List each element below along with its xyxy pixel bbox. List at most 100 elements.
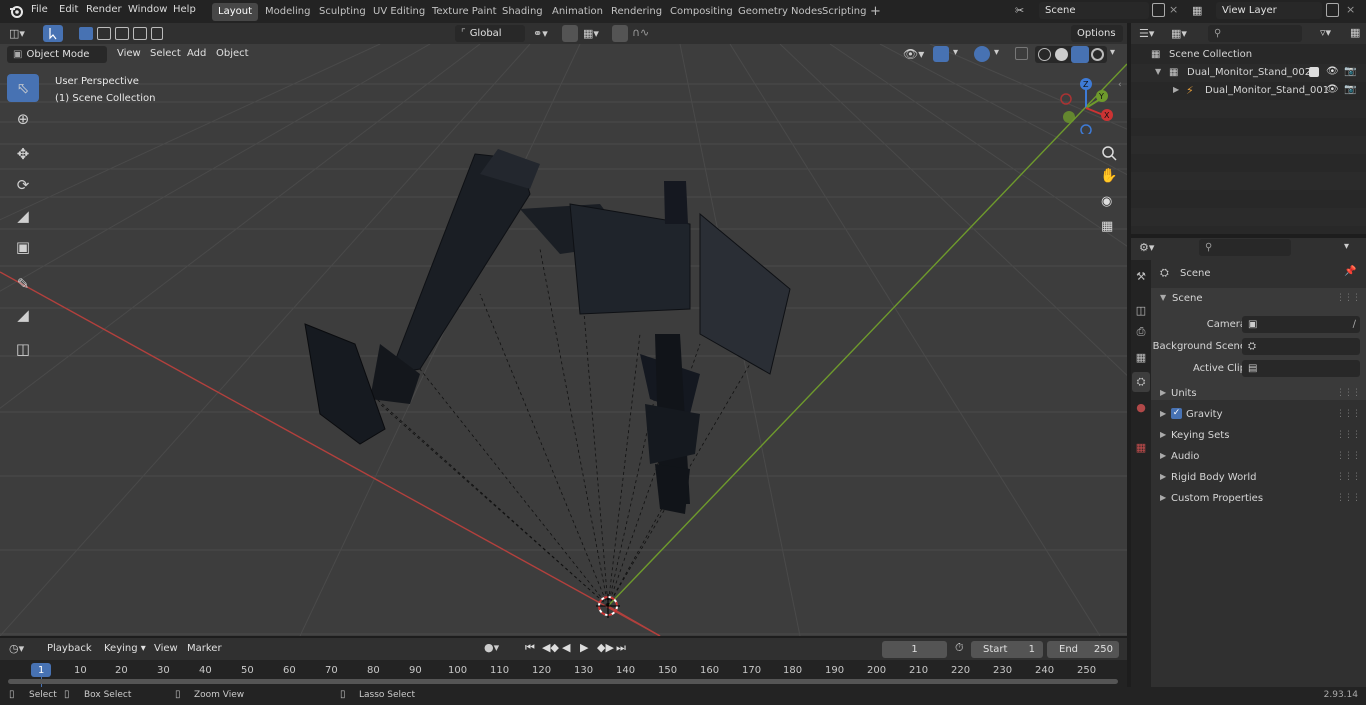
filter-icon[interactable]: ▿▾ <box>1320 26 1331 39</box>
tab-rendering[interactable]: Rendering <box>605 3 668 21</box>
tab-texture-paint[interactable]: Texture Paint <box>426 3 503 21</box>
viewport-menu-object[interactable]: Object <box>216 48 249 59</box>
viewport-menu-view[interactable]: View <box>117 48 141 59</box>
expand-icon[interactable]: ▶ <box>1173 85 1179 94</box>
mode-extend-icon[interactable] <box>97 27 111 40</box>
background-scene-field[interactable]: ⛭ <box>1242 338 1360 355</box>
mode-intersect-icon[interactable] <box>151 27 163 40</box>
outliner-row-collection[interactable]: ▼ ▦ Dual_Monitor_Stand_002 👁 📷 <box>1131 64 1366 82</box>
material-shading-icon[interactable] <box>1071 46 1089 63</box>
rotate-tool[interactable]: ⟳ <box>7 171 39 199</box>
stopwatch-icon[interactable]: ⏱ <box>955 641 964 655</box>
exclude-checkbox[interactable] <box>1309 67 1319 77</box>
xray-toggle-icon[interactable] <box>1015 47 1028 60</box>
camera-view-icon[interactable]: ◉ <box>1101 194 1112 209</box>
tab-layout[interactable]: Layout <box>212 3 258 21</box>
tab-uv-editing[interactable]: UV Editing <box>367 3 431 21</box>
prev-keyframe-icon[interactable]: ◀◆ <box>542 641 559 654</box>
expand-icon[interactable]: ▼ <box>1155 67 1161 76</box>
drag-handle-icon[interactable]: ⋮⋮⋮ <box>1336 388 1361 398</box>
snap-toggle-icon[interactable] <box>562 25 578 42</box>
add-workspace-icon[interactable]: + <box>870 4 881 19</box>
scene-panel-header[interactable]: ▼ Scene ⋮⋮⋮ <box>1151 288 1366 310</box>
annotate-tool[interactable]: ✎ <box>7 270 39 298</box>
visibility-icon[interactable]: 👁▾ <box>903 47 924 61</box>
move-tool[interactable]: ✥ <box>7 140 39 168</box>
pin-icon[interactable]: 📌 <box>1344 266 1356 277</box>
camera-render-icon[interactable]: 📷 <box>1344 84 1356 95</box>
keying-menu[interactable]: Keying ▾ <box>98 640 146 657</box>
view-layer-icon[interactable]: ▦ <box>1192 4 1202 17</box>
end-frame-field[interactable]: End 250 <box>1047 641 1119 658</box>
new-scene-icon[interactable] <box>1152 3 1165 17</box>
eyedropper-icon[interactable]: ∕ <box>1353 316 1356 333</box>
world-tab-icon[interactable]: ● <box>1132 397 1150 417</box>
active-clip-field[interactable]: ▤ <box>1242 360 1360 377</box>
solid-shading-icon[interactable] <box>1055 48 1068 61</box>
shading-mode-group[interactable] <box>1035 46 1107 63</box>
properties-editor-icon[interactable]: ⚙▾ <box>1139 241 1154 254</box>
menu-file[interactable]: File <box>31 4 48 15</box>
drag-handle-icon[interactable]: ⋮⋮⋮ <box>1336 451 1361 461</box>
shading-menu-icon[interactable]: ▾ <box>1110 47 1115 58</box>
custom-properties-panel[interactable]: ▶ Custom Properties ⋮⋮⋮ <box>1151 489 1366 509</box>
menu-edit[interactable]: Edit <box>59 4 78 15</box>
properties-search-input[interactable]: ⚲ <box>1199 239 1291 256</box>
tab-shading[interactable]: Shading <box>496 3 549 21</box>
gizmo-toggle-icon[interactable] <box>933 46 949 62</box>
mode-invert-icon[interactable] <box>133 27 147 40</box>
menu-help[interactable]: Help <box>173 4 196 15</box>
outliner-search-input[interactable]: ⚲ <box>1208 25 1302 42</box>
jump-start-icon[interactable]: ⏮ <box>525 641 535 655</box>
rendered-shading-icon[interactable] <box>1091 48 1104 61</box>
tab-geometry-nodes[interactable]: Geometry Nodes <box>732 3 828 21</box>
start-frame-field[interactable]: Start 1 <box>971 641 1043 658</box>
outliner-row-object[interactable]: ▶ ⚡ Dual_Monitor_Stand_001 👁 📷 <box>1131 82 1366 100</box>
measure-tool[interactable]: ◢ <box>7 301 39 329</box>
transform-orientation-dropdown[interactable]: ⌜ Global <box>455 25 525 42</box>
new-collection-icon[interactable]: ▦ <box>1350 26 1360 39</box>
overlay-toggle-icon[interactable] <box>974 46 990 62</box>
select-tool-indicator[interactable] <box>43 25 63 42</box>
snap-target-icon[interactable]: ▦▾ <box>583 27 599 40</box>
next-keyframe-icon[interactable]: ◆▶ <box>597 641 614 654</box>
tab-animation[interactable]: Animation <box>546 3 609 21</box>
timeline-menu-view[interactable]: View <box>154 643 178 654</box>
eye-icon[interactable]: 👁 <box>1326 66 1339 77</box>
playback-menu[interactable]: Playback ▾ <box>41 640 95 671</box>
drag-handle-icon[interactable]: ⋮⋮⋮ <box>1336 293 1361 303</box>
play-icon[interactable]: ▶ <box>580 641 588 654</box>
scene-tab-icon[interactable]: ⛭ <box>1132 372 1150 392</box>
eye-icon[interactable]: 👁 <box>1326 84 1339 95</box>
add-cube-tool[interactable]: ◫ <box>7 335 39 363</box>
render-tab-icon[interactable]: ◫ <box>1132 300 1150 320</box>
output-tab-icon[interactable]: ⎙ <box>1132 322 1150 342</box>
view-layer-selector[interactable]: View Layer <box>1216 2 1322 19</box>
new-view-layer-icon[interactable] <box>1326 3 1339 17</box>
proportional-edit-icon[interactable] <box>612 25 628 42</box>
scale-tool[interactable]: ◢ <box>7 202 39 230</box>
outliner-editor-icon[interactable]: ☰▾ <box>1139 27 1154 40</box>
menu-render[interactable]: Render <box>86 4 122 15</box>
proportional-falloff-icon[interactable]: ∩∿ <box>632 26 649 39</box>
pivot-point-icon[interactable]: ⚭▾ <box>533 27 548 40</box>
camera-field[interactable]: ▣ ∕ <box>1242 316 1360 333</box>
tab-sculpting[interactable]: Sculpting <box>313 3 372 21</box>
select-box-tool[interactable]: ⬁ <box>7 74 39 102</box>
current-frame-field[interactable]: 1 <box>882 641 947 658</box>
timeline-editor-icon[interactable]: ◷▾ <box>9 642 24 655</box>
mode-subtract-icon[interactable] <box>115 27 129 40</box>
texture-tab-icon[interactable]: ▦ <box>1132 437 1150 457</box>
zoom-icon[interactable] <box>1098 142 1120 164</box>
scene-icon[interactable]: ✂ <box>1015 4 1024 17</box>
drag-handle-icon[interactable]: ⋮⋮⋮ <box>1336 409 1361 419</box>
camera-render-icon[interactable]: 📷 <box>1344 66 1356 77</box>
display-mode-icon[interactable]: ▦▾ <box>1171 27 1187 40</box>
record-icon[interactable]: ●▾ <box>484 641 499 654</box>
tool-tab-icon[interactable]: ⚒ <box>1132 266 1150 286</box>
units-panel[interactable]: ▶ Units ⋮⋮⋮ <box>1151 384 1366 404</box>
viewport-menu-add[interactable]: Add <box>187 48 206 59</box>
object-mode-dropdown[interactable]: ▣ Object Mode <box>7 46 107 63</box>
keying-sets-panel[interactable]: ▶ Keying Sets ⋮⋮⋮ <box>1151 426 1366 446</box>
rigid-body-world-panel[interactable]: ▶ Rigid Body World ⋮⋮⋮ <box>1151 468 1366 488</box>
